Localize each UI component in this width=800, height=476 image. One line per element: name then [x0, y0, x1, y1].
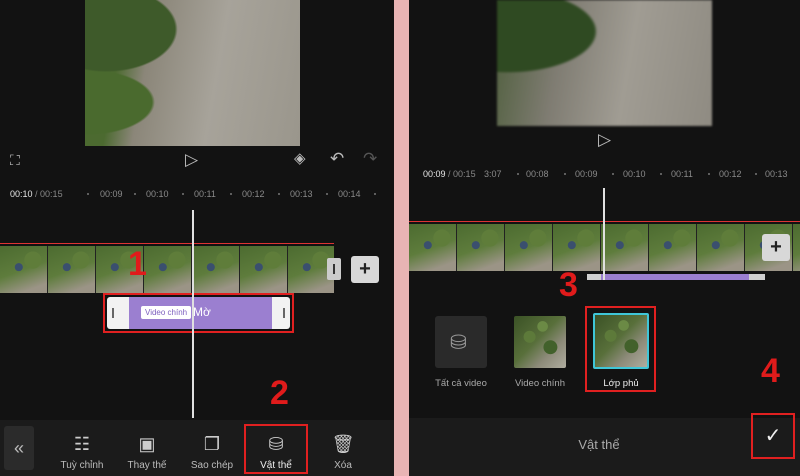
keyframe-icon[interactable]: ◈	[294, 151, 306, 166]
fullscreen-icon[interactable]: ⛶	[10, 153, 20, 167]
ruler-tick: 00:11	[194, 189, 216, 199]
track-right-handle[interactable]	[283, 308, 285, 318]
toolbar-object[interactable]: ⛁ Vật thể	[246, 434, 306, 471]
option-main-video[interactable]	[514, 316, 566, 368]
ruler-dot	[134, 193, 136, 195]
ruler-dot	[230, 193, 232, 195]
ruler-tick: 00:10	[146, 189, 169, 199]
confirm-button[interactable]: ✓	[757, 419, 789, 453]
main-clip-label: Mờ	[193, 305, 211, 319]
option-label: Tất cả video	[435, 378, 487, 389]
option-all-videos[interactable]: ⛁	[435, 316, 487, 368]
back-button[interactable]: «	[4, 426, 34, 470]
ruler-dot	[660, 173, 662, 175]
toolbar-delete[interactable]: 🗑 Xóa	[313, 434, 373, 471]
ruler-tick: 00:12	[242, 189, 265, 199]
ruler-dot	[564, 173, 566, 175]
timecode: 00:09 / 00:15	[423, 169, 476, 179]
main-clip-badge: Video chính	[141, 306, 192, 319]
overlay-track-fill	[601, 274, 749, 280]
ruler-dot	[517, 173, 519, 175]
option-label: Lớp phủ	[603, 378, 639, 389]
checkmark-icon: ✓	[764, 425, 782, 447]
video-preview	[497, 0, 712, 126]
ruler-tick: 3:07	[484, 169, 502, 179]
overlay-track[interactable]	[587, 274, 765, 280]
step-4-marker: 4	[761, 352, 780, 390]
ruler-dot	[374, 193, 376, 195]
add-clip-button[interactable]: +	[762, 234, 790, 261]
redo-icon[interactable]: ↷	[363, 150, 377, 167]
timecode-total: 00:15	[453, 169, 476, 179]
ruler-dot	[182, 193, 184, 195]
ruler-tick: 00:10	[623, 169, 646, 179]
toolbar-label: Tuỳ chỉnh	[60, 460, 104, 471]
toolbar-replace[interactable]: ▣ Thay thế	[117, 434, 177, 471]
ruler-tick: 00:14	[338, 189, 361, 199]
double-chevron-left-icon: «	[13, 438, 24, 458]
playhead[interactable]	[192, 210, 194, 418]
video-clip-track[interactable]	[0, 246, 334, 293]
toolbar-adjust[interactable]: ☷ Tuỳ chỉnh	[52, 434, 112, 471]
play-icon[interactable]: ▷	[185, 151, 198, 168]
step-2-marker: 2	[270, 374, 289, 412]
ruler-dot	[755, 173, 757, 175]
main-video-track[interactable]: Video chính Mờ	[107, 297, 290, 329]
ruler-tick: 00:09	[100, 189, 123, 199]
track-body: Video chính Mờ	[129, 297, 272, 329]
ruler-dot	[326, 193, 328, 195]
ruler-dot	[278, 193, 280, 195]
add-clip-button[interactable]: +	[351, 256, 379, 283]
toolbar-copy[interactable]: ❐ Sao chép	[182, 434, 242, 471]
footer-title: Vật thể	[578, 437, 620, 452]
toolbar-label: Xóa	[334, 460, 352, 471]
ruler-tick: 00:11	[671, 169, 693, 179]
video-preview	[85, 0, 300, 146]
layers-icon: ⛁	[450, 332, 467, 354]
ruler-dot	[87, 193, 89, 195]
copy-icon: ❐	[203, 434, 221, 454]
step-3-marker: 3	[559, 266, 578, 304]
ruler-tick: 00:13	[290, 189, 313, 199]
clip-trim-handle[interactable]	[327, 258, 341, 280]
ruler-tick: 00:13	[765, 169, 788, 179]
track-left-handle[interactable]	[112, 308, 114, 318]
left-editor-panel: ⛶ ▷ ◈ ↶ ↷ 00:10 / 00:15 00:09 00:10 00:1…	[0, 0, 394, 476]
ruler-tick: 00:08	[526, 169, 549, 179]
step-1-marker: 1	[128, 245, 147, 283]
toolbar-label: Vật thể	[260, 460, 292, 471]
playhead[interactable]	[603, 188, 605, 280]
option-overlay[interactable]	[593, 313, 649, 369]
trash-icon: 🗑	[331, 434, 355, 454]
toolbar-label: Sao chép	[190, 460, 234, 471]
layers-icon: ⛁	[268, 434, 284, 454]
ruler-tick: 00:09	[575, 169, 598, 179]
play-icon[interactable]: ▷	[598, 131, 611, 148]
right-editor-panel: ▷ 00:09 / 00:15 3:07 00:08 00:09 00:10 0…	[409, 0, 800, 476]
clip-top-border	[0, 243, 334, 244]
timecode-current: 00:10	[10, 189, 33, 199]
sliders-icon: ☷	[73, 434, 91, 454]
undo-icon[interactable]: ↶	[330, 150, 344, 167]
ruler-dot	[612, 173, 614, 175]
timecode: 00:10 / 00:15	[10, 189, 63, 199]
timecode-current: 00:09	[423, 169, 446, 179]
replace-icon: ▣	[138, 434, 156, 454]
ruler-dot	[708, 173, 710, 175]
option-label: Video chính	[514, 378, 565, 389]
toolbar-label: Thay thế	[127, 460, 167, 471]
ruler-tick: 00:12	[719, 169, 742, 179]
timecode-total: 00:15	[40, 189, 63, 199]
